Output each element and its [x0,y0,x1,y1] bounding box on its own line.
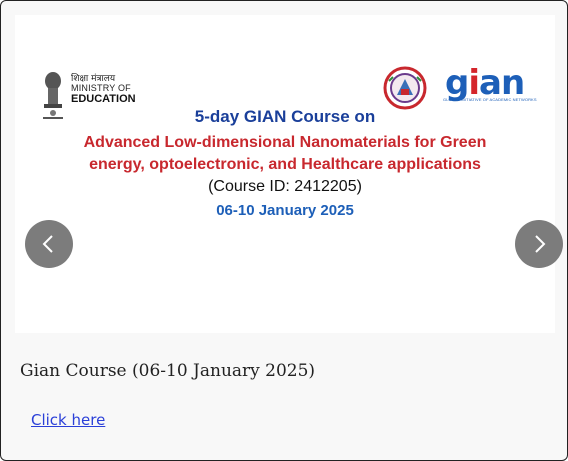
carousel-next-button[interactable] [515,220,563,268]
course-heading: 5-day GIAN Course on [194,107,376,126]
slide-caption: Gian Course (06-10 January 2025) [20,361,316,381]
course-id: (Course ID: 2412205) [208,178,362,195]
gian-tagline: Global Initiative of Academic Networks [443,97,537,102]
course-title-line1: Advanced Low-dimensional Nanomaterials f… [83,134,487,151]
carousel-card: शिक्षा मंत्रालय MINISTRY OF EDUCATION gi… [0,0,568,461]
ministry-line2: EDUCATION [71,92,136,105]
course-title-line2: energy, optoelectronic, and Healthcare a… [89,156,481,173]
click-here-link[interactable]: Click here [31,411,105,429]
carousel-slide-image: शिक्षा मंत्रालय MINISTRY OF EDUCATION gi… [15,15,555,333]
carousel-prev-button[interactable] [25,220,73,268]
chevron-right-icon [535,235,546,253]
institute-badge-icon [383,66,427,110]
gian-logo: gian Global Initiative of Academic Netwo… [443,63,543,107]
chevron-left-icon [42,235,53,253]
course-dates: 06-10 January 2025 [216,202,354,219]
